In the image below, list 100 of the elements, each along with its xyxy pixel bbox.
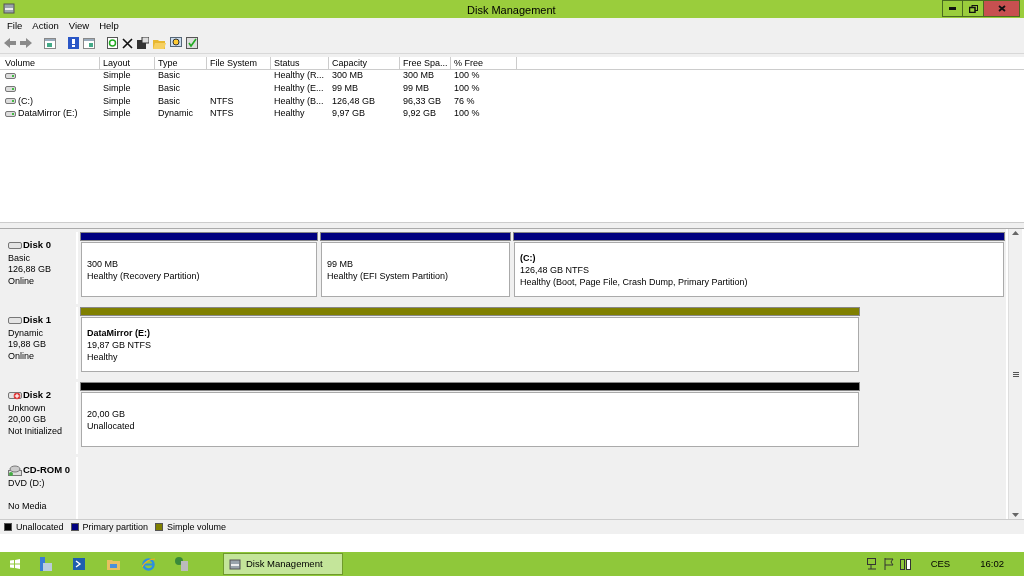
minimize-button[interactable] — [942, 0, 963, 17]
disk-name[interactable]: Disk 1 — [23, 313, 51, 328]
refresh-icon[interactable] — [107, 37, 118, 50]
table-cell: NTFS — [210, 107, 234, 121]
table-cell: 300 MB — [403, 69, 435, 83]
column-header[interactable]: Layout — [100, 56, 155, 70]
disk-info: DVD (D:) — [8, 477, 46, 490]
menu-item[interactable]: File — [2, 17, 28, 34]
partition-info: 19,87 GB NTFS — [87, 338, 153, 351]
disk-info: 20,00 GB — [8, 414, 48, 426]
partition-info: Healthy (Recovery Partition) — [87, 269, 201, 282]
table-cell-text: 96,33 GB — [403, 94, 442, 108]
partition-info: 99 MB — [327, 257, 354, 270]
disk-info: Unknown — [8, 402, 47, 415]
table-cell-text: 99 MB — [403, 82, 429, 95]
disk-name[interactable]: Disk 0 — [23, 238, 51, 253]
close-icon — [997, 5, 1006, 12]
checklist-icon[interactable] — [186, 37, 198, 50]
disk-name[interactable]: Disk 2 — [23, 388, 51, 403]
column-header[interactable]: % Free — [451, 56, 517, 70]
table-cell-text: Simple — [103, 94, 131, 108]
menu-item[interactable]: Help — [94, 17, 124, 34]
partition-info: Unallocated — [87, 419, 136, 432]
partition-info: 20,00 GB — [87, 407, 127, 420]
taskbar-window-button[interactable]: Disk Management — [223, 553, 343, 576]
column-header[interactable]: Status — [271, 56, 329, 70]
table-cell-text: NTFS — [210, 94, 234, 108]
disk-management-icon — [229, 558, 241, 570]
partition-name: (C:) — [520, 251, 537, 264]
partition-info: Healthy (Boot, Page File, Crash Dump, Primary Partition) — [520, 275, 749, 288]
drive-icon — [5, 98, 16, 105]
column-header[interactable]: Type — [155, 56, 207, 70]
window-title: Disk Management — [467, 3, 556, 18]
disk-management-icon — [3, 3, 15, 15]
disk-info: Dynamic — [8, 327, 44, 340]
back-arrow-icon[interactable] — [4, 38, 16, 49]
table-cell-text: Healthy (B... — [274, 94, 324, 108]
table-cell: Healthy — [274, 107, 305, 121]
flag-icon[interactable] — [883, 558, 894, 571]
table-cell-text: 99 MB — [332, 82, 358, 95]
partition-name: DataMirror (E:) — [87, 326, 151, 339]
table-cell-text: Simple — [103, 82, 131, 95]
battery-icon[interactable] — [899, 558, 911, 571]
table-cell: 100 % — [454, 107, 480, 121]
legend-label: Primary partition — [82, 520, 149, 534]
disk-info: Not Initialized — [8, 425, 64, 438]
partition-info: Healthy (EFI System Partition) — [327, 269, 450, 282]
table-cell: Simple — [103, 107, 131, 121]
column-header[interactable]: Capacity — [329, 56, 400, 70]
table-cell: Simple — [103, 69, 131, 83]
disk-info: 19,88 GB — [8, 339, 48, 351]
table-cell-text: 126,48 GB — [332, 94, 376, 108]
drive-icon — [5, 111, 16, 118]
drive-icon — [5, 73, 16, 80]
menu-item[interactable]: View — [63, 17, 95, 34]
disk-info: No Media — [8, 500, 48, 513]
close-button[interactable] — [984, 0, 1020, 17]
grip-icon[interactable] — [1012, 371, 1019, 377]
language-indicator[interactable]: CES — [930, 556, 951, 572]
table-cell: Basic — [158, 69, 180, 83]
server-icon[interactable] — [40, 557, 52, 572]
disk-info: Online — [8, 350, 35, 363]
table-cell-text: Basic — [158, 94, 180, 108]
panel-icon[interactable] — [83, 37, 95, 49]
partition-info: 126,48 GB NTFS — [520, 263, 591, 276]
magnifier-icon[interactable] — [170, 37, 182, 50]
menu-item[interactable]: Action — [27, 17, 64, 34]
table-cell: Dynamic — [158, 107, 193, 121]
terminal-icon[interactable] — [73, 558, 85, 571]
column-header[interactable]: Free Spa... — [400, 56, 451, 70]
table-cell: 9,92 GB — [403, 107, 437, 121]
forward-arrow-icon[interactable] — [20, 38, 32, 49]
delete-icon[interactable] — [122, 37, 133, 49]
table-cell: DataMirror (E:) — [18, 107, 78, 121]
drive-icon — [5, 85, 16, 92]
disk-info: 126,88 GB — [8, 264, 53, 276]
disk-info: Online — [8, 275, 35, 288]
table-cell-text: 76 % — [454, 94, 475, 108]
column-header[interactable]: File System — [207, 56, 271, 70]
panel-icon[interactable] — [44, 37, 56, 49]
legend-label: Unallocated — [16, 520, 64, 534]
clock[interactable]: 16:02 — [980, 556, 1004, 572]
table-cell: 300 MB — [332, 69, 364, 83]
properties-icon[interactable] — [137, 37, 149, 50]
partition-info: 300 MB — [87, 257, 120, 270]
table-cell-text: Healthy (E... — [274, 82, 324, 95]
table-cell-text: (C:) — [18, 94, 33, 108]
help-icon[interactable] — [68, 37, 79, 50]
legend-label: Simple volume — [167, 520, 227, 534]
table-cell-text: Basic — [158, 82, 180, 95]
disk-info: Basic — [8, 252, 31, 265]
scrollbar[interactable] — [1008, 229, 1022, 520]
table-cell: Healthy (R... — [274, 69, 324, 83]
table-cell: 100 % — [454, 69, 480, 83]
column-header[interactable]: Volume — [2, 56, 100, 70]
table-cell-text: 100 % — [454, 82, 480, 95]
partition-info: Healthy — [87, 350, 119, 363]
disk-error-icon — [8, 390, 22, 402]
disk-name[interactable]: CD-ROM 0 — [23, 463, 70, 478]
minimize-icon — [949, 7, 956, 10]
